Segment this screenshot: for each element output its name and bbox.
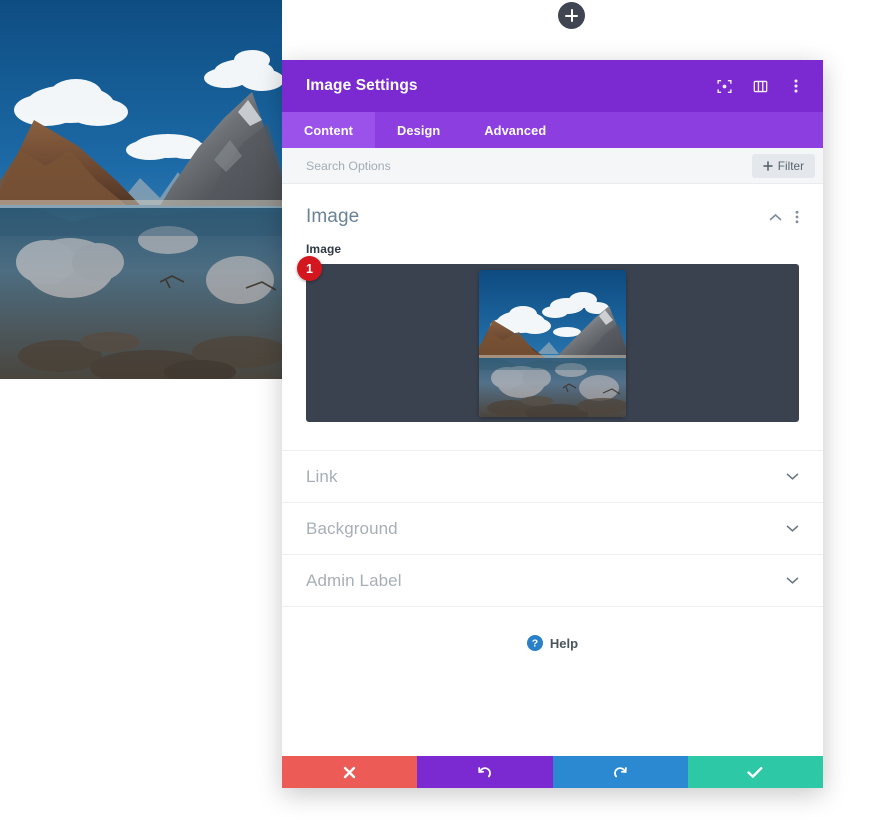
chevron-down-icon-background[interactable] xyxy=(786,524,799,533)
plus-icon xyxy=(763,160,773,171)
status-badge: 1 xyxy=(297,256,322,281)
help-row[interactable]: ? Help xyxy=(282,606,823,651)
save-button[interactable] xyxy=(687,756,823,788)
search-options-bar: Filter xyxy=(282,148,823,184)
section-link-title: Link xyxy=(306,466,338,486)
add-module-button[interactable] xyxy=(558,2,585,29)
tab-content[interactable]: Content xyxy=(282,112,376,148)
image-section-title: Image xyxy=(306,206,360,227)
modal-header-actions xyxy=(713,75,807,97)
modal-body[interactable]: Image Image 1 Link Background Admin Labe… xyxy=(282,184,823,756)
filter-button[interactable]: Filter xyxy=(751,153,815,178)
image-section-controls xyxy=(769,210,799,224)
close-icon xyxy=(343,766,356,778)
tab-advanced[interactable]: Advanced xyxy=(462,112,568,148)
section-link[interactable]: Link xyxy=(282,450,823,502)
hero-image xyxy=(0,0,282,379)
section-background[interactable]: Background xyxy=(282,502,823,554)
chevron-down-icon-admin-label[interactable] xyxy=(786,576,799,585)
redo-icon xyxy=(613,766,627,777)
image-upload-area[interactable]: 1 xyxy=(297,256,799,422)
section-background-title: Background xyxy=(306,518,398,538)
search-input[interactable] xyxy=(306,158,752,173)
modal-header: Image Settings xyxy=(282,60,823,112)
modal-title: Image Settings xyxy=(306,77,418,94)
image-section: Image Image 1 xyxy=(282,184,823,450)
cancel-button[interactable] xyxy=(282,756,418,788)
undo-icon xyxy=(478,766,492,777)
help-icon: ? xyxy=(526,635,543,651)
image-settings-modal: Image Settings Content Design Advanced S… xyxy=(282,60,823,788)
chevron-down-icon-link[interactable] xyxy=(786,472,799,481)
checkmark-icon xyxy=(747,766,763,778)
filter-button-label: Filter xyxy=(777,158,804,173)
help-label[interactable]: Help xyxy=(550,636,578,651)
modal-footer xyxy=(282,756,823,788)
screen-root: Image Settings Content Design Advanced S… xyxy=(0,0,880,829)
modal-tabs: Content Design Advanced xyxy=(282,112,823,148)
undo-button[interactable] xyxy=(417,756,553,788)
section-admin-label-title: Admin Label xyxy=(306,570,402,590)
plus-icon-vertical xyxy=(570,9,573,22)
svg-text:?: ? xyxy=(532,638,538,650)
image-thumbnail xyxy=(479,269,626,417)
chevron-up-icon[interactable] xyxy=(769,213,782,222)
more-vertical-icon[interactable] xyxy=(785,75,807,97)
focus-icon[interactable] xyxy=(713,75,735,97)
section-admin-label[interactable]: Admin Label xyxy=(282,554,823,606)
layout-panel-icon[interactable] xyxy=(749,75,771,97)
tab-design[interactable]: Design xyxy=(375,112,462,148)
redo-button[interactable] xyxy=(552,756,688,788)
more-vertical-icon-section[interactable] xyxy=(795,210,799,224)
image-section-header: Image xyxy=(306,184,799,242)
image-field-label: Image xyxy=(306,242,342,256)
